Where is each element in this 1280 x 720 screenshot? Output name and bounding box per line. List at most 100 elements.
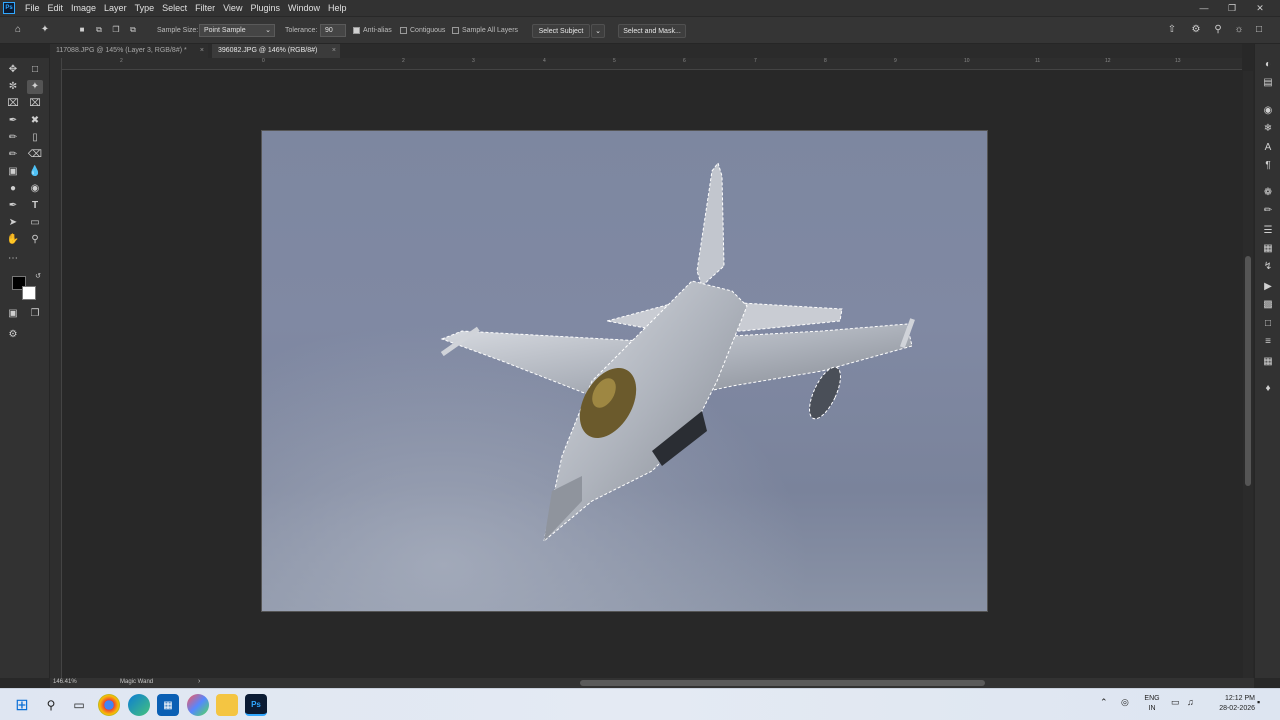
edge-icon[interactable] <box>128 694 150 716</box>
eyedropper-tool-icon[interactable]: ✒ <box>5 114 21 128</box>
bell-icon[interactable]: ⚙ <box>1189 23 1203 37</box>
comments-panel-icon[interactable]: ▩ <box>1260 298 1276 312</box>
close-icon[interactable]: ✕ <box>1246 0 1274 16</box>
lasso-tool-icon[interactable]: ✼ <box>5 80 21 94</box>
healing-tool-icon[interactable]: ✖ <box>27 114 43 128</box>
network-icon[interactable]: ▭ <box>1171 697 1180 708</box>
brush-settings-icon[interactable]: ❁ <box>1260 186 1276 200</box>
menu-plugins[interactable]: Plugins <box>246 0 284 16</box>
intersect-selection-icon[interactable]: ⧉ <box>126 23 140 37</box>
menu-file[interactable]: File <box>21 0 44 16</box>
menu-help[interactable]: Help <box>324 0 351 16</box>
select-subject-button[interactable]: Select Subject <box>532 24 590 38</box>
photoshop-logo-icon[interactable]: Ps <box>3 2 15 14</box>
restore-icon[interactable]: ❐ <box>1218 0 1246 16</box>
paths-panel-icon[interactable]: ↯ <box>1260 260 1276 274</box>
tab-396082[interactable]: 396082.JPG @ 146% (RGB/8#) × <box>212 44 340 58</box>
chevron-up-icon[interactable]: ⌃ <box>1100 697 1108 708</box>
dodge-tool-icon[interactable]: ● <box>5 182 21 196</box>
history-brush-icon[interactable]: ✏ <box>5 148 21 162</box>
new-selection-icon[interactable]: ■ <box>75 23 89 37</box>
menu-filter[interactable]: Filter <box>191 0 219 16</box>
zoom-tool-icon[interactable]: ⚲ <box>27 233 43 247</box>
discover-icon[interactable]: ☼ <box>1232 23 1246 37</box>
menu-view[interactable]: View <box>219 0 246 16</box>
rectangle-tool-icon[interactable]: ▭ <box>27 216 43 230</box>
gradient-tool-icon[interactable]: ▣ <box>5 165 21 179</box>
notification-icon[interactable]: ▪ <box>1257 697 1260 707</box>
character-panel-icon[interactable]: A <box>1260 141 1276 155</box>
layers-panel-icon[interactable]: ♦ <box>1260 382 1276 396</box>
chrome-icon[interactable] <box>98 694 120 716</box>
adjustments-panel-icon[interactable]: ❄ <box>1260 122 1276 136</box>
hand-tool-icon[interactable]: ✋ <box>5 233 21 247</box>
chevron-right-icon[interactable]: › <box>198 678 200 685</box>
home-icon[interactable]: ⌂ <box>11 23 25 37</box>
copilot-icon[interactable] <box>187 694 209 716</box>
microphone-icon[interactable]: ◎ <box>1121 697 1129 708</box>
brushes-panel-icon[interactable]: ✏ <box>1260 204 1276 218</box>
task-view-icon[interactable]: ▭ <box>68 694 90 716</box>
sponge-tool-icon[interactable]: ◉ <box>27 182 43 196</box>
canvas-area[interactable] <box>62 71 1242 678</box>
more-tools-icon[interactable]: ⋯ <box>5 252 21 266</box>
store-icon[interactable]: ▦ <box>157 694 179 716</box>
minimize-icon[interactable]: — <box>1190 0 1218 16</box>
color-panel-icon[interactable]: ◐ <box>1260 58 1276 72</box>
workspace-icon[interactable]: □ <box>1252 23 1266 37</box>
vertical-scroll-thumb[interactable] <box>1245 256 1251 486</box>
vertical-scrollbar[interactable] <box>1243 71 1253 678</box>
swap-colors-icon[interactable]: ↺ <box>30 270 46 284</box>
edit-toolbar-icon[interactable]: ⚙ <box>5 328 21 342</box>
marquee-tool-icon[interactable]: □ <box>27 63 43 77</box>
pen-tool-icon[interactable]: ✒ <box>5 199 21 213</box>
anti-alias-checkbox[interactable] <box>353 27 360 34</box>
menu-select[interactable]: Select <box>158 0 191 16</box>
menu-edit[interactable]: Edit <box>44 0 68 16</box>
zoom-level[interactable]: 146.41% <box>53 679 77 685</box>
close-icon[interactable]: × <box>332 44 336 58</box>
background-color-swatch[interactable] <box>22 286 36 300</box>
properties-panel-icon[interactable]: ☰ <box>1260 224 1276 238</box>
share-icon[interactable]: ⇧ <box>1165 23 1179 37</box>
search-icon[interactable]: ⚲ <box>1211 23 1225 37</box>
history-panel-icon[interactable]: □ <box>1260 317 1276 331</box>
menu-image[interactable]: Image <box>67 0 100 16</box>
menu-window[interactable]: Window <box>284 0 324 16</box>
quick-mask-icon[interactable]: ▣ <box>5 307 21 321</box>
select-subject-dropdown[interactable]: ⌄ <box>591 24 605 38</box>
paragraph-panel-icon[interactable]: ¶ <box>1260 159 1276 173</box>
frame-tool-icon[interactable]: ⌧ <box>27 97 43 111</box>
tab-117088[interactable]: 117088.JPG @ 145% (Layer 3, RGB/8#) * × <box>50 44 208 58</box>
channels-panel-icon[interactable]: ▦ <box>1260 355 1276 369</box>
subtract-from-selection-icon[interactable]: ❐ <box>109 23 123 37</box>
swatches-panel-icon[interactable]: ▤ <box>1260 76 1276 90</box>
tolerance-input[interactable]: 90 <box>320 24 346 37</box>
contiguous-checkbox[interactable] <box>400 27 407 34</box>
type-tool-icon[interactable]: T <box>27 199 43 213</box>
add-to-selection-icon[interactable]: ⧉ <box>92 23 106 37</box>
search-icon[interactable]: ⚲ <box>40 694 62 716</box>
magic-wand-preset-icon[interactable]: ✦ <box>38 23 52 37</box>
crop-tool-icon[interactable]: ⌧ <box>5 97 21 111</box>
brush-tool-icon[interactable]: ✏ <box>5 131 21 145</box>
file-explorer-icon[interactable] <box>216 694 238 716</box>
close-icon[interactable]: × <box>200 44 204 58</box>
windows-start-icon[interactable]: ⊞ <box>11 694 33 716</box>
document-image[interactable] <box>261 130 988 612</box>
blur-tool-icon[interactable]: 💧 <box>27 165 43 179</box>
system-clock[interactable]: 12:12 PM 28-02-2026 <box>1205 694 1255 714</box>
adjust-sliders-icon[interactable]: ≡ <box>1260 335 1276 349</box>
move-tool-icon[interactable]: ✥ <box>5 63 21 77</box>
sample-all-layers-checkbox[interactable] <box>452 27 459 34</box>
tables-panel-icon[interactable]: ▦ <box>1260 242 1276 256</box>
magic-wand-tool-icon[interactable]: ✦ <box>27 80 43 94</box>
photoshop-taskbar-icon[interactable]: Ps <box>245 694 267 716</box>
path-select-icon[interactable]: ➤ <box>5 216 21 230</box>
menu-layer[interactable]: Layer <box>100 0 131 16</box>
stamp-tool-icon[interactable]: ▯ <box>27 131 43 145</box>
sample-size-select[interactable]: Point Sample ⌄ <box>199 24 275 37</box>
libraries-panel-icon[interactable]: ◉ <box>1260 104 1276 118</box>
eraser-tool-icon[interactable]: ⌫ <box>27 148 43 162</box>
screen-mode-icon[interactable]: ❐ <box>27 307 43 321</box>
